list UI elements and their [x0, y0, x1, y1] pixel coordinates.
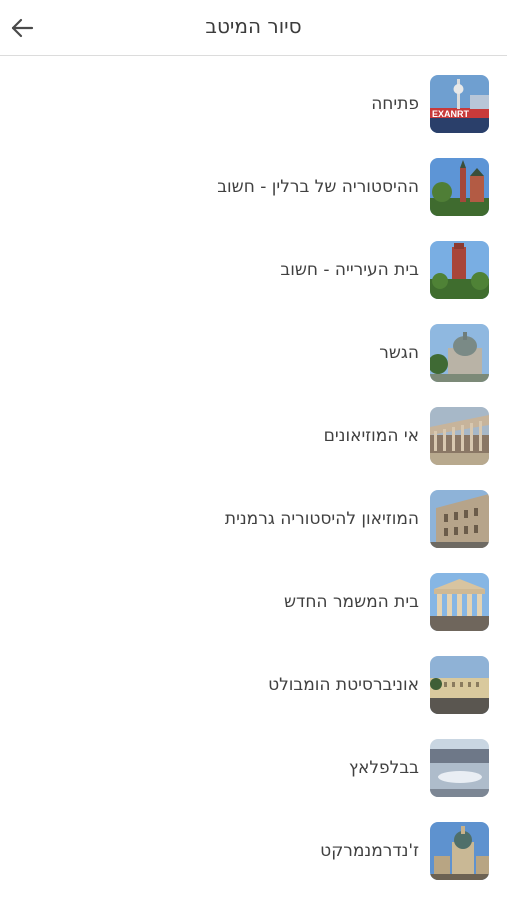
tour-stop-item[interactable]: אי המוזיאונים: [0, 388, 507, 471]
photo-colonnade-museum-icon: [430, 407, 489, 465]
tour-stops-list: EXANRT פתיחה ההיסטוריה של ברלין - חשוב ב…: [0, 56, 507, 886]
tour-stop-label: בית העירייה - חשוב: [280, 260, 419, 280]
tour-stop-item[interactable]: בית העירייה - חשוב: [0, 222, 507, 305]
photo-domed-cathedral-icon: [430, 324, 489, 382]
tour-stop-item[interactable]: בבלפלאץ: [0, 720, 507, 803]
photo-baroque-facade-icon: [430, 490, 489, 548]
photo-university-building-icon: [430, 656, 489, 714]
top-bar: סיור המיטב: [0, 0, 507, 56]
tour-stop-item[interactable]: אוניברסיטת הומבולט: [0, 637, 507, 720]
tour-stop-label: ההיסטוריה של ברלין - חשוב: [217, 177, 419, 197]
tour-stop-label: אוניברסיטת הומבולט: [268, 675, 419, 695]
photo-church-towers-icon: [430, 158, 489, 216]
tour-stop-label: המוזיאון להיסטוריה גרמנית: [224, 509, 419, 529]
tour-stop-label: ז'נדרמנמרקט: [320, 841, 419, 861]
tour-stop-item[interactable]: ז'נדרמנמרקט: [0, 803, 507, 886]
tour-stop-item[interactable]: EXANRT פתיחה: [0, 56, 507, 139]
tour-stop-label: בית המשמר החדש: [284, 592, 419, 612]
photo-domed-church-icon: [430, 822, 489, 880]
tour-stop-item[interactable]: בית המשמר החדש: [0, 554, 507, 637]
tour-stop-item[interactable]: ההיסטוריה של ברלין - חשוב: [0, 139, 507, 222]
tour-stop-label: פתיחה: [371, 94, 419, 114]
tour-stop-item[interactable]: המוזיאון להיסטוריה גרמנית: [0, 471, 507, 554]
photo-temple-portico-icon: [430, 573, 489, 631]
tour-stop-label: הגשר: [379, 343, 419, 363]
photo-plaza-reflection-icon: [430, 739, 489, 797]
photo-red-city-hall-icon: [430, 241, 489, 299]
svg-text:EXANRT: EXANRT: [432, 109, 470, 119]
photo-storefront-tower-icon: EXANRT: [430, 75, 489, 133]
tour-stop-label: אי המוזיאונים: [323, 426, 419, 446]
tour-stop-label: בבלפלאץ: [348, 758, 419, 778]
page-title: סיור המיטב: [205, 14, 302, 38]
tour-stop-item[interactable]: הגשר: [0, 305, 507, 388]
